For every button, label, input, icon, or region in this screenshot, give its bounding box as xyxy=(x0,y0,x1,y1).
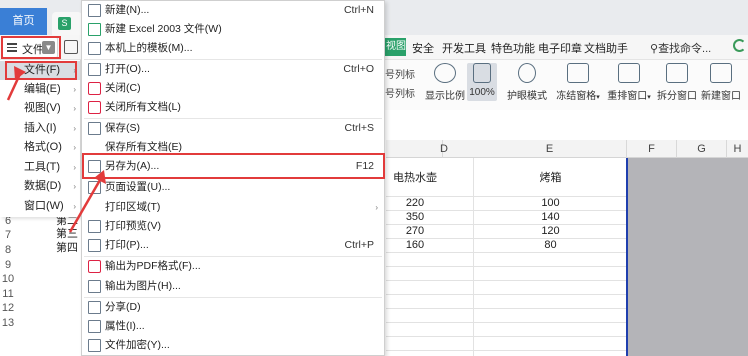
annotation-arrow xyxy=(6,73,22,101)
annotation-arrows xyxy=(6,66,106,233)
annotation-arrowhead xyxy=(14,66,26,80)
annotation-arrow xyxy=(68,179,102,233)
